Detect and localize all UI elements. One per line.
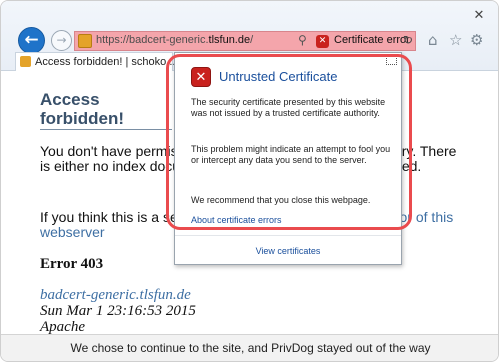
address-bar[interactable]: https://badcert-generic.tlsfun.de/ ⚲ ✕ C… (74, 31, 416, 51)
url-domain: tlsfun.de (208, 34, 251, 46)
view-certificates-link[interactable]: View certificates (175, 246, 401, 256)
url-text[interactable]: https://badcert-generic.tlsfun.de/ (96, 34, 253, 46)
window-close-button[interactable]: ✕ (468, 9, 490, 23)
image-caption: We chose to continue to the site, and Pr… (1, 334, 498, 361)
tab-favicon-icon (20, 56, 31, 67)
server-name: Apache (40, 319, 85, 334)
url-suffix: / (250, 34, 254, 46)
page-title: Access forbidden! (40, 90, 172, 130)
browser-frame: ✕ ← → https://badcert-generic.tlsfun.de/… (0, 0, 499, 362)
certificate-error-shield-icon[interactable]: ✕ (316, 35, 329, 48)
popup-divider (175, 235, 401, 236)
annotation-highlight (166, 54, 412, 230)
certificate-error-button[interactable]: Certificate error (334, 34, 410, 46)
favorites-star-icon[interactable]: ☆ (449, 31, 462, 49)
host-link[interactable]: badcert-generic.tlsfun.de (40, 287, 191, 304)
tab-active[interactable]: Access forbidden! | schoko... (15, 52, 176, 71)
tab-label: Access forbidden! | schoko... (35, 56, 176, 68)
back-button[interactable]: ← (18, 27, 45, 54)
search-icon[interactable]: ⚲ (298, 33, 307, 47)
home-icon[interactable]: ⌂ (428, 31, 438, 49)
site-favicon-icon (78, 34, 92, 48)
refresh-icon[interactable]: ↻ (403, 33, 413, 47)
server-date: Sun Mar 1 23:16:53 2015 (40, 303, 196, 319)
error-heading: Error 403 (40, 256, 104, 272)
forward-button[interactable]: → (51, 30, 72, 51)
url-prefix: https://badcert-generic. (96, 34, 209, 46)
settings-gear-icon[interactable]: ⚙ (470, 31, 483, 49)
toolbar-icons: ⌂ ☆ ⚙ (422, 31, 492, 51)
